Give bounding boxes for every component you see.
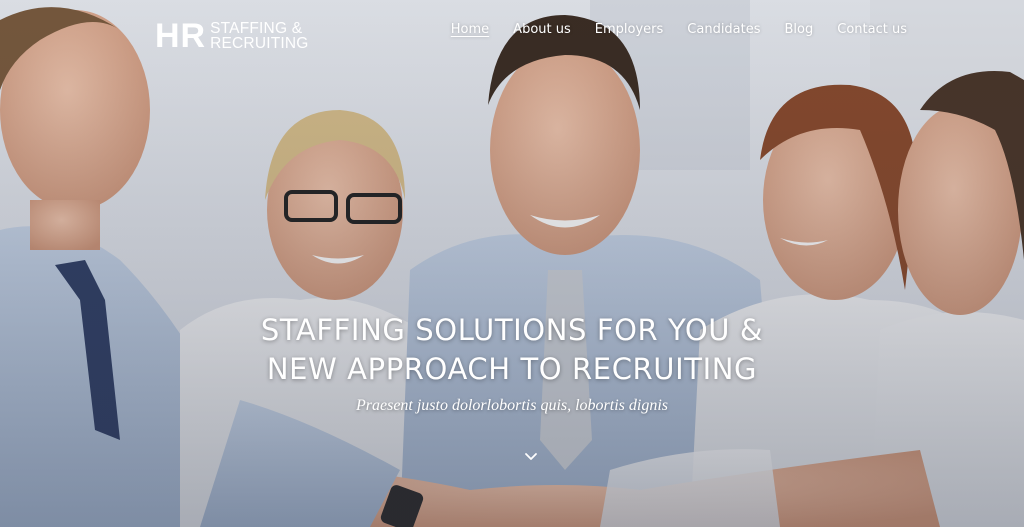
hero-headline-line-2: NEW APPROACH TO RECRUITING xyxy=(266,352,758,386)
hero-overlay xyxy=(0,0,1024,527)
hero-headline-line-1: STAFFING SOLUTIONS FOR YOU & xyxy=(260,313,764,347)
main-navigation: Home About us Employers Candidates Blog … xyxy=(451,20,907,40)
nav-item-about-us[interactable]: About us xyxy=(513,20,571,40)
nav-item-blog[interactable]: Blog xyxy=(785,20,814,40)
logo-line-1: STAFFING & xyxy=(210,20,303,37)
logo-line-2: RECRUITING xyxy=(210,35,309,52)
site-logo[interactable]: HR STAFFING & RECRUITING xyxy=(155,18,309,54)
nav-item-home[interactable]: Home xyxy=(451,20,489,40)
hero-headline: STAFFING SOLUTIONS FOR YOU & NEW APPROAC… xyxy=(0,311,1024,389)
nav-item-candidates[interactable]: Candidates xyxy=(687,20,760,40)
nav-item-employers[interactable]: Employers xyxy=(595,20,664,40)
hero-section: HR STAFFING & RECRUITING Home About us E… xyxy=(0,0,1024,527)
logo-wordmark: STAFFING & RECRUITING xyxy=(210,20,309,52)
nav-item-contact-us[interactable]: Contact us xyxy=(837,20,907,40)
chevron-down-icon[interactable] xyxy=(522,450,540,464)
hero-tagline: Praesent justo dolorlobortis quis, lobor… xyxy=(355,397,669,414)
logo-mark: HR xyxy=(155,17,207,55)
